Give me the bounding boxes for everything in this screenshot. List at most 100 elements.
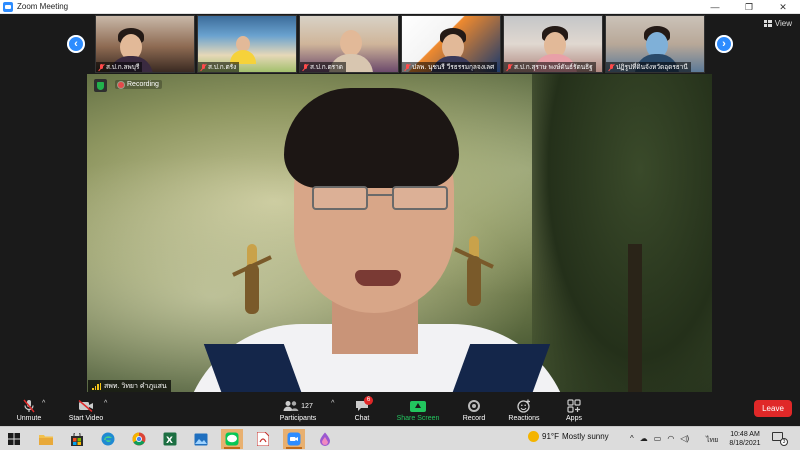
- taskbar-line[interactable]: [221, 429, 243, 449]
- unmute-button[interactable]: ^ Unmute: [14, 395, 46, 426]
- meeting-toolbar: ^ Unmute ^ Start Video 127 ^ Participant…: [0, 395, 800, 426]
- window-titlebar: Zoom Meeting — ❐ ✕: [0, 0, 800, 14]
- mic-muted-icon: [303, 63, 308, 71]
- participant-name: ปลพ. นุชนรี วีรธรรมกุลจงเลศ: [412, 64, 495, 71]
- photos-icon: [194, 433, 208, 445]
- window-title: Zoom Meeting: [17, 2, 69, 11]
- weather-widget[interactable]: 91°F Mostly sunny: [528, 431, 609, 442]
- edge-icon: [101, 432, 115, 446]
- participants-label: Participants: [279, 414, 317, 422]
- reactions-icon: [517, 399, 530, 413]
- minimize-button[interactable]: —: [698, 0, 732, 14]
- share-screen-label: Share Screen: [396, 414, 440, 422]
- taskbar-excel[interactable]: X: [159, 429, 181, 449]
- acrobat-icon: [257, 432, 269, 446]
- reactions-label: Reactions: [508, 414, 540, 422]
- speaker-name-tag: สพท. วิทยา คำภูแสน: [88, 380, 171, 392]
- volume-icon[interactable]: ◁): [680, 434, 689, 443]
- recording-dot-icon: [118, 81, 124, 88]
- weather-temperature: 91°F: [542, 432, 559, 441]
- maximize-button[interactable]: ❐: [732, 0, 766, 14]
- taskbar-acrobat[interactable]: [252, 429, 274, 449]
- zoom-app-icon: [3, 1, 13, 12]
- participant-tile[interactable]: ส.ป.ก.สุราษ พงษ์ดันธ์รัตนธิฐ: [503, 15, 603, 73]
- participant-name: ส.ป.ก.ตรัง: [208, 64, 237, 71]
- windows-start-button[interactable]: [3, 429, 25, 449]
- wifi-icon[interactable]: ◠: [667, 434, 674, 443]
- gallery-prev-button[interactable]: ‹: [67, 35, 85, 53]
- folder-icon: [39, 435, 53, 445]
- recording-label: Recording: [127, 81, 159, 88]
- zoom-icon: [287, 432, 301, 446]
- participant-name-tag: ปฏิรูปที่ดินจังหวัดอุดรธานี: [606, 62, 691, 72]
- active-speaker-video[interactable]: Recording สพท. วิทยา คำภูแสน: [87, 74, 712, 392]
- chat-label: Chat: [354, 414, 370, 422]
- view-button[interactable]: View: [763, 19, 792, 28]
- taskbar-store[interactable]: [66, 429, 88, 449]
- taskbar-file-explorer[interactable]: [35, 429, 57, 449]
- sun-icon: [528, 431, 539, 442]
- chevron-right-icon: ›: [722, 38, 726, 50]
- store-icon: [71, 432, 83, 446]
- mic-muted-icon: [609, 63, 614, 71]
- video-off-icon: ^: [78, 400, 107, 413]
- mic-muted-icon: [405, 63, 410, 71]
- mic-muted-icon: ^: [22, 400, 45, 413]
- apps-label: Apps: [566, 414, 582, 422]
- participant-name: ส.ป.ก.ตราด: [310, 64, 344, 71]
- share-screen-button[interactable]: Share Screen: [394, 395, 442, 426]
- participant-tile[interactable]: ส.ป.ก.ตราด: [299, 15, 399, 73]
- clock-date: 8/18/2021: [729, 440, 761, 447]
- taskbar-chrome[interactable]: [128, 429, 150, 449]
- svg-text:X: X: [166, 436, 173, 446]
- participant-name: ปฏิรูปที่ดินจังหวัดอุดรธานี: [616, 64, 688, 71]
- reactions-button[interactable]: Reactions: [505, 395, 543, 426]
- participant-tile[interactable]: ปลพ. นุชนรี วีรธรรมกุลจงเลศ: [401, 15, 501, 73]
- chevron-left-icon: ‹: [74, 38, 78, 50]
- chevron-up-icon[interactable]: ^: [630, 434, 634, 443]
- background-dancer: [232, 244, 272, 334]
- cloud-icon[interactable]: ☁: [640, 434, 648, 443]
- close-button[interactable]: ✕: [766, 0, 800, 14]
- participant-name: ส.ป.ก.สุราษ พงษ์ดันธ์รัตนธิฐ: [514, 64, 593, 71]
- participant-name-tag: ส.ป.ก.ลพบุรี: [96, 62, 143, 72]
- shield-icon: [97, 81, 104, 90]
- apps-button[interactable]: Apps: [562, 395, 586, 426]
- record-button[interactable]: Record: [459, 395, 489, 426]
- chevron-up-icon[interactable]: ^: [331, 400, 334, 407]
- system-clock[interactable]: 10:48 AM 8/18/2021: [726, 430, 764, 448]
- mic-muted-icon: [201, 63, 206, 71]
- participant-name: ส.ป.ก.ลพบุรี: [106, 64, 140, 71]
- participants-button[interactable]: 127 ^ Participants: [276, 395, 335, 426]
- record-label: Record: [462, 414, 486, 422]
- gallery-next-button[interactable]: ›: [715, 35, 733, 53]
- participant-tile[interactable]: ส.ป.ก.ตรัง: [197, 15, 297, 73]
- background-dancer: [454, 236, 494, 326]
- recording-indicator[interactable]: Recording: [115, 80, 162, 89]
- start-video-button[interactable]: ^ Start Video: [66, 395, 108, 426]
- network-icon[interactable]: ▭: [654, 434, 662, 443]
- chevron-up-icon[interactable]: ^: [104, 400, 107, 407]
- signal-strength-icon: [92, 382, 101, 390]
- input-language[interactable]: ไทย: [706, 435, 718, 446]
- notification-center-button[interactable]: 3: [772, 432, 788, 446]
- participant-name-tag: ส.ป.ก.ตรัง: [198, 62, 240, 72]
- taskbar-zoom[interactable]: [283, 429, 305, 449]
- participant-tile[interactable]: ส.ป.ก.ลพบุรี: [95, 15, 195, 73]
- apps-icon: [567, 399, 581, 413]
- taskbar-photos[interactable]: [190, 429, 212, 449]
- windows-logo-icon: [8, 433, 20, 445]
- participant-tile[interactable]: ปฏิรูปที่ดินจังหวัดอุดรธานี: [605, 15, 705, 73]
- grid-icon: [763, 20, 772, 27]
- encryption-badge[interactable]: [94, 79, 107, 92]
- participants-count: 127: [301, 402, 313, 410]
- taskbar-paint[interactable]: [314, 429, 336, 449]
- taskbar-edge[interactable]: [97, 429, 119, 449]
- speaker-name: สพท. วิทยา คำภูแสน: [104, 382, 167, 390]
- chat-button[interactable]: 6 Chat: [350, 395, 374, 426]
- notification-count: 3: [780, 438, 788, 446]
- participant-name-tag: ส.ป.ก.สุราษ พงษ์ดันธ์รัตนธิฐ: [504, 62, 596, 72]
- chevron-up-icon[interactable]: ^: [42, 400, 45, 407]
- leave-button[interactable]: Leave: [754, 400, 792, 417]
- participant-strip: ส.ป.ก.ลพบุรี ส.ป.ก.ตรัง ส.ป.ก.ตราด ปลพ. …: [95, 15, 705, 73]
